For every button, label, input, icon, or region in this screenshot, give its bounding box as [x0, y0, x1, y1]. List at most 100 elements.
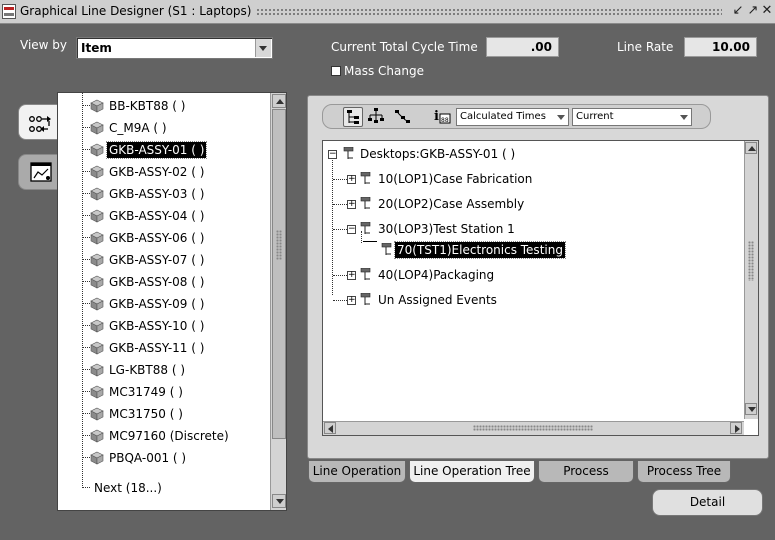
item-cube-icon — [90, 275, 104, 289]
operation-node-icon — [360, 267, 372, 280]
info-icon: i 88 — [434, 109, 451, 124]
item-cube-icon — [90, 121, 104, 135]
vertical-tree-icon — [347, 110, 359, 124]
tab-line-operation[interactable]: Line Operation — [308, 461, 406, 483]
tree-item[interactable]: BB-KBT88 ( ) — [82, 95, 188, 115]
item-cube-icon — [90, 99, 104, 113]
tree-item-label: GKB-ASSY-03 ( ) — [109, 186, 205, 201]
tree-item-label: GKB-ASSY-08 ( ) — [109, 274, 205, 289]
item-cube-icon — [90, 231, 104, 245]
chevron-down-icon[interactable] — [255, 39, 271, 57]
tree-item[interactable]: PBQA-001 ( ) — [82, 447, 188, 467]
scroll-up-button[interactable] — [745, 142, 757, 154]
graph-view-tab[interactable] — [18, 154, 58, 190]
vertical-tree-button[interactable] — [343, 107, 363, 127]
detail-button[interactable]: Detail — [652, 489, 763, 516]
tree-item[interactable]: GKB-ASSY-10 ( ) — [82, 315, 206, 335]
info-button[interactable]: i 88 — [431, 107, 451, 127]
tree-item[interactable]: MC97160 (Discrete) — [82, 425, 231, 445]
tree-item[interactable]: GKB-ASSY-08 ( ) — [82, 271, 206, 291]
operation-node-icon — [360, 292, 372, 305]
app-logo-icon — [2, 4, 16, 19]
expand-toggle[interactable]: + — [347, 200, 356, 209]
mass-change-checkbox[interactable] — [331, 66, 341, 76]
scroll-thumb[interactable] — [272, 109, 286, 439]
tree-item[interactable]: C_M9A ( ) — [82, 117, 169, 137]
scroll-down-button[interactable] — [272, 494, 286, 508]
tree-item-label: MC31750 ( ) — [109, 406, 183, 421]
tree-item[interactable]: GKB-ASSY-09 ( ) — [82, 293, 206, 313]
tree-root-node[interactable]: Desktops:GKB-ASSY-01 ( ) — [360, 146, 515, 162]
tree-item-label: GKB-ASSY-10 ( ) — [109, 318, 205, 333]
cycle-time-field: .00 — [486, 37, 559, 57]
org-tree-button[interactable] — [367, 107, 387, 127]
tree-item[interactable]: GKB-ASSY-03 ( ) — [82, 183, 206, 203]
item-cube-icon — [90, 341, 104, 355]
close-icon[interactable]: ✕ — [760, 3, 774, 19]
tree-node[interactable]: 20(LOP2)Case Assembly — [378, 196, 524, 212]
tree-item[interactable]: GKB-ASSY-04 ( ) — [82, 205, 206, 225]
tree-node[interactable]: 70(TST1)Electronics Testing — [394, 241, 566, 259]
scroll-up-button[interactable] — [272, 94, 286, 108]
chevron-down-icon[interactable] — [677, 109, 691, 125]
expand-toggle[interactable]: + — [347, 175, 356, 184]
expand-toggle[interactable]: + — [347, 296, 356, 305]
item-tree-scrollbar[interactable] — [270, 93, 286, 510]
tree-item-label: GKB-ASSY-02 ( ) — [109, 164, 205, 179]
collapse-toggle[interactable]: − — [347, 225, 356, 234]
org-tree-icon — [368, 108, 384, 123]
tree-item[interactable]: GKB-ASSY-01 ( ) — [82, 139, 208, 159]
item-cube-icon — [90, 253, 104, 267]
collapse-toggle[interactable]: − — [328, 150, 337, 159]
minimize-icon[interactable]: ↙ — [731, 3, 745, 19]
next-link-label: Next (18...) — [94, 480, 162, 495]
scroll-right-button[interactable] — [730, 422, 742, 434]
flow-view-tab[interactable] — [18, 104, 58, 140]
view-by-label: View by — [20, 38, 68, 52]
tab-line-operation-tree[interactable]: Line Operation Tree — [409, 461, 535, 483]
tree-item[interactable]: GKB-ASSY-06 ( ) — [82, 227, 206, 247]
item-cube-icon — [90, 385, 104, 399]
flow-icon — [29, 116, 51, 132]
version-select[interactable]: Current — [572, 108, 692, 126]
operation-tree: − Desktops:GKB-ASSY-01 ( ) +10(LOP1)Case… — [322, 140, 759, 436]
tree-item[interactable]: MC31749 ( ) — [82, 381, 185, 401]
view-by-select[interactable]: Item — [76, 37, 273, 59]
view-by-value: Item — [81, 41, 112, 55]
times-select-value: Calculated Times — [460, 111, 546, 122]
maximize-icon[interactable]: ↗ — [746, 3, 760, 19]
svg-text:i: i — [434, 109, 439, 124]
tab-process-tree[interactable]: Process Tree — [637, 461, 731, 483]
expand-toggle[interactable]: + — [347, 271, 356, 280]
tree-item[interactable]: GKB-ASSY-07 ( ) — [82, 249, 206, 269]
network-tree-button[interactable] — [393, 107, 413, 127]
operation-tree-vscrollbar[interactable] — [744, 141, 758, 419]
operation-tree-hscrollbar[interactable] — [323, 421, 744, 435]
tree-node[interactable]: 30(LOP3)Test Station 1 — [378, 221, 515, 237]
tree-node[interactable]: 10(LOP1)Case Fabrication — [378, 171, 532, 187]
title-bar: Graphical Line Designer (S1 : Laptops) ↙… — [0, 0, 775, 24]
graph-window-icon — [30, 162, 52, 182]
tree-item[interactable]: LG-KBT88 ( ) — [82, 359, 187, 379]
svg-text:88: 88 — [441, 117, 449, 124]
line-rate-field[interactable]: 10.00 — [684, 37, 757, 57]
times-select[interactable]: Calculated Times — [456, 108, 569, 126]
operation-node-icon — [381, 242, 393, 255]
tree-node[interactable]: 40(LOP4)Packaging — [378, 267, 494, 283]
tab-process[interactable]: Process — [538, 461, 634, 483]
chevron-down-icon[interactable] — [554, 109, 568, 125]
tree-item[interactable]: MC31750 ( ) — [82, 403, 185, 423]
operation-node-icon — [360, 221, 372, 234]
item-cube-icon — [90, 451, 104, 465]
scroll-down-button[interactable] — [745, 403, 757, 415]
next-link[interactable]: Next (18...) — [82, 477, 164, 497]
tree-item[interactable]: GKB-ASSY-11 ( ) — [82, 337, 206, 357]
tree-item[interactable]: GKB-ASSY-02 ( ) — [82, 161, 206, 181]
item-cube-icon — [90, 297, 104, 311]
operation-node-icon — [360, 196, 372, 209]
tree-item-label: PBQA-001 ( ) — [109, 450, 187, 465]
tree-node[interactable]: Un Assigned Events — [378, 292, 497, 308]
tree-item-label: MC31749 ( ) — [109, 384, 183, 399]
operation-node-icon — [360, 171, 372, 184]
scroll-left-button[interactable] — [324, 422, 336, 434]
